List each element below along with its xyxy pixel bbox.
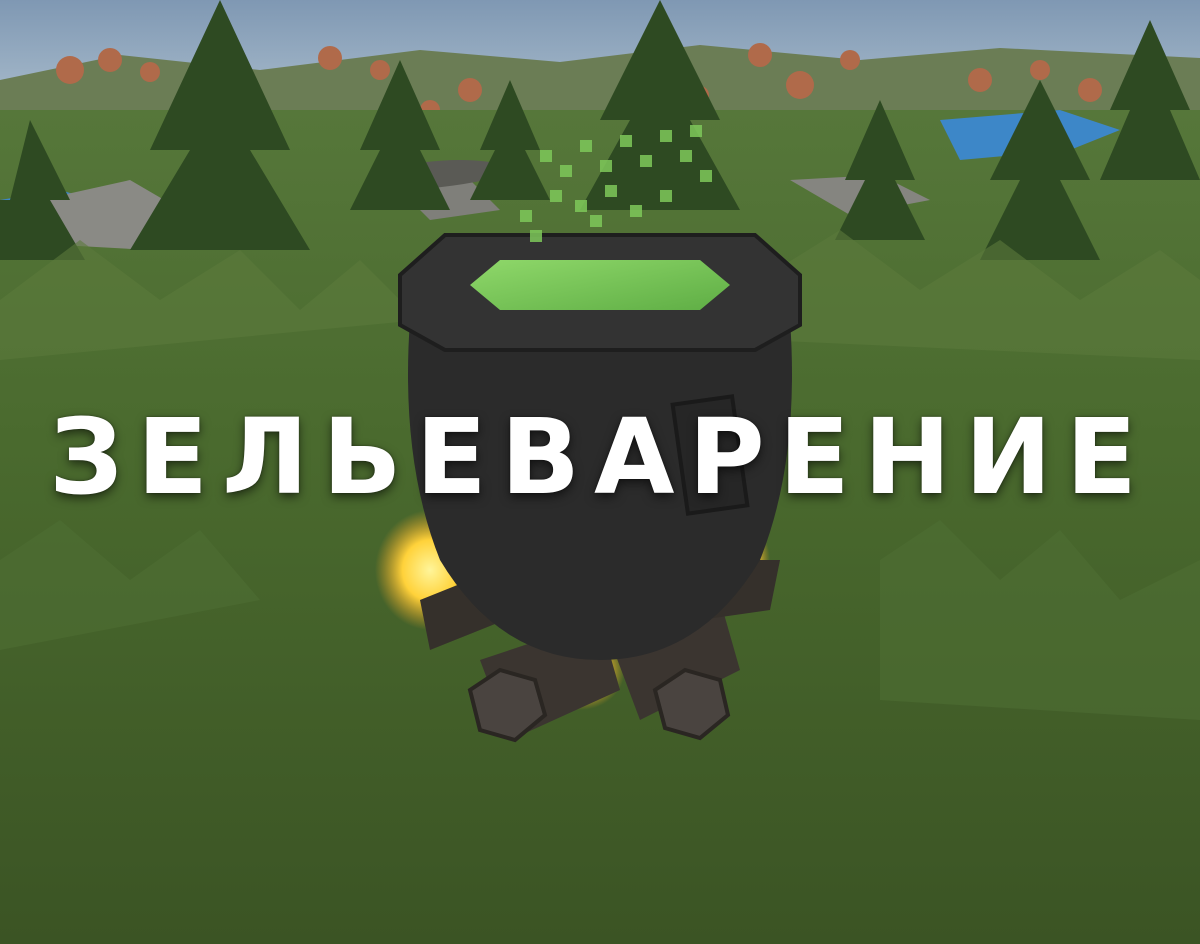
page-title: ЗЕЛЬЕВАРЕНИЕ — [49, 396, 1151, 518]
game-scene: ЗЕЛЬЕВАРЕНИЕ — [0, 0, 1200, 944]
